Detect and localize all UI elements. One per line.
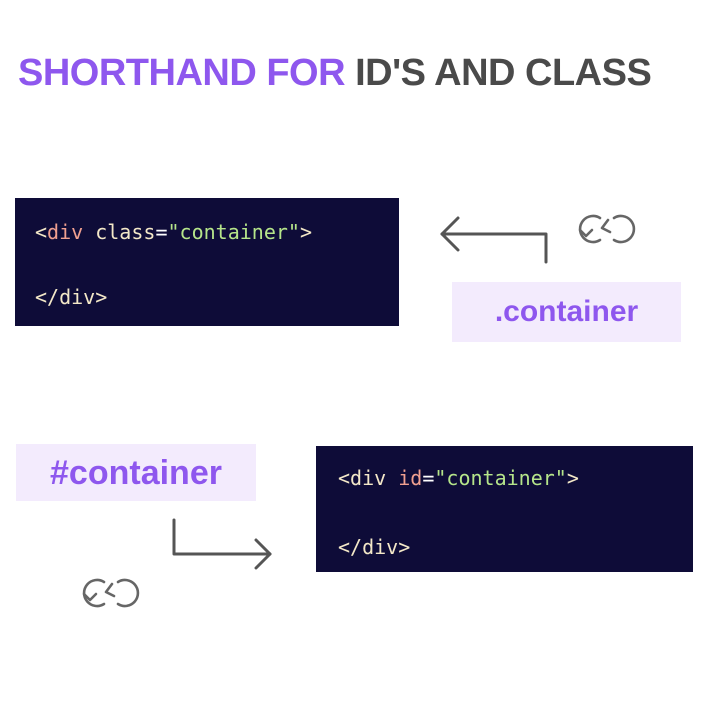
id-code-open-line: <div id="container"> <box>338 466 579 490</box>
code-gt: > <box>299 220 312 244</box>
class-code-close-line: </div> <box>35 285 108 309</box>
code-value: "container" <box>434 466 567 490</box>
code-attr: id <box>398 466 423 490</box>
code-tag: div <box>350 466 387 490</box>
class-shorthand-label: .container <box>452 282 681 342</box>
page-title: SHORTHAND FOR ID'S AND CLASS <box>18 52 652 95</box>
code-tag: div <box>47 220 84 244</box>
code-eq: = <box>155 220 168 244</box>
class-code-open-line: <div class="container"> <box>35 220 312 244</box>
code-value: "container" <box>167 220 300 244</box>
code-lt: < <box>338 466 351 490</box>
id-code-block: <div id="container"> </div> <box>316 446 693 572</box>
id-shorthand-label: #container <box>16 444 256 501</box>
arrow-left-icon <box>440 216 548 264</box>
title-accent: SHORTHAND FOR <box>18 52 346 94</box>
code-eq: = <box>422 466 435 490</box>
code-attr: class <box>95 220 156 244</box>
arrow-right-icon <box>172 518 272 570</box>
id-code-close-line: </div> <box>338 535 411 559</box>
swap-icon <box>578 214 636 244</box>
class-code-block: <div class="container"> </div> <box>15 198 399 326</box>
code-lt: < <box>35 220 48 244</box>
title-rest: ID'S AND CLASS <box>355 52 652 94</box>
code-gt: > <box>566 466 579 490</box>
swap-icon <box>82 578 140 608</box>
